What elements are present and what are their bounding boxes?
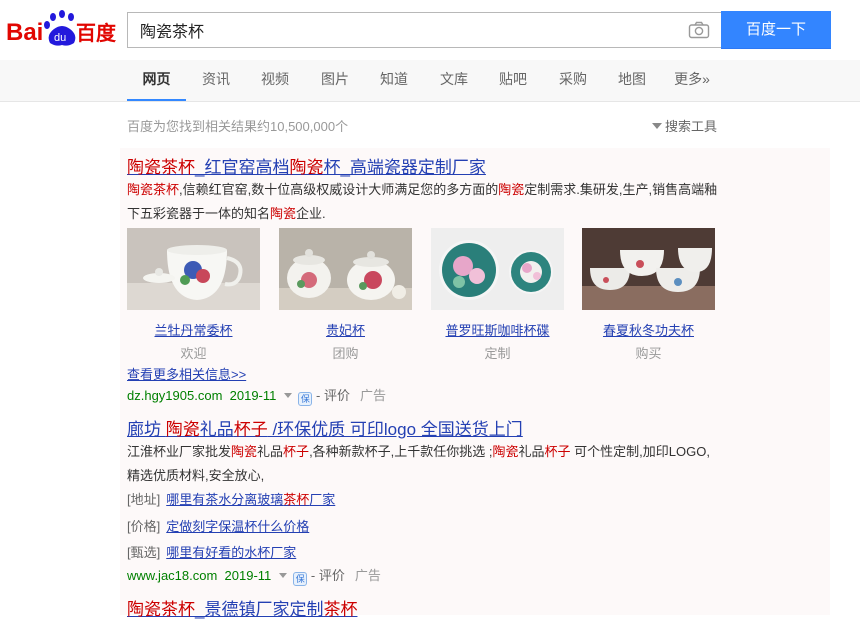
search-tools-label: 搜索工具 xyxy=(665,119,718,134)
thumb-sub-2: 团购 xyxy=(332,346,359,361)
thumb-image-2[interactable] xyxy=(279,228,412,310)
bao-badge-icon[interactable]: 保 xyxy=(293,572,308,586)
sub-tag: [地址] xyxy=(127,492,161,507)
result-count: 百度为您找到相关结果约10,500,000个 xyxy=(127,119,349,134)
thumb-sub-3: 定制 xyxy=(484,346,511,361)
sub-link[interactable]: 哪里有好看的水杯厂家 xyxy=(166,545,296,560)
result-1-description: 陶瓷茶杯,信赖红官窑,数十位高级权威设计大师满足您的多方面的陶瓷定制需求.集研发… xyxy=(127,182,718,221)
sub-link[interactable]: 定做刻字保温杯什么价格 xyxy=(166,519,309,534)
tab-5[interactable]: 文库 xyxy=(438,60,470,101)
ad-label: 广告 xyxy=(354,568,381,583)
search-tools-button[interactable]: 搜索工具 xyxy=(652,116,717,135)
svg-text:百度: 百度 xyxy=(76,21,117,45)
thumb-caption-4[interactable]: 春夏秋冬功夫杯 xyxy=(582,320,715,339)
thumb-caption-3[interactable]: 普罗旺斯咖啡杯碟 xyxy=(431,320,564,339)
sub-link[interactable]: 哪里有茶水分离玻璃茶杯厂家 xyxy=(166,492,335,507)
result-3-title[interactable]: 陶瓷茶杯_景德镇厂家定制茶杯 xyxy=(127,595,357,620)
sub-link-price: [价格] 定做刻字保温杯什么价格 xyxy=(127,516,309,535)
thumb-sub-1: 欢迎 xyxy=(180,346,207,361)
dropdown-arrow-icon[interactable] xyxy=(284,393,293,398)
evaluate-link[interactable]: - 评价 xyxy=(311,568,345,583)
tab-6[interactable]: 贴吧 xyxy=(497,60,529,101)
tab-3[interactable]: 图片 xyxy=(319,60,351,101)
header: Bai du 百度 百度一下 xyxy=(0,0,860,60)
thumb-sub-4: 购买 xyxy=(635,346,662,361)
thumb-image-1[interactable] xyxy=(127,228,260,310)
more-info-link[interactable]: 查看更多相关信息>> xyxy=(127,364,246,383)
search-input[interactable] xyxy=(128,13,678,47)
result-url[interactable]: www.jac18.com xyxy=(127,568,217,583)
result-2-url-line: www.jac18.com 2019-11 保 - 评价 广告 xyxy=(127,565,381,586)
svg-text:du: du xyxy=(54,32,66,44)
baidu-logo[interactable]: Bai du 百度 xyxy=(6,9,118,49)
search-button[interactable]: 百度一下 xyxy=(721,11,831,49)
filter-icon xyxy=(652,123,662,129)
thumb-caption-1[interactable]: 兰牡丹常委杯 xyxy=(127,320,260,339)
thumb-image-3[interactable] xyxy=(431,228,564,310)
search-tabs: 网页 资讯 视频 图片 知道 文库 贴吧 采购 地图 更多» xyxy=(0,60,860,102)
result-1-url-line: dz.hgy1905.com 2019-11 保 - 评价 广告 xyxy=(127,385,386,406)
tab-1[interactable]: 资讯 xyxy=(200,60,232,101)
tab-0[interactable]: 网页 xyxy=(127,60,186,101)
tab-9[interactable]: 更多» xyxy=(670,60,714,101)
dropdown-arrow-icon[interactable] xyxy=(279,573,288,578)
thumb-image-4[interactable] xyxy=(582,228,715,310)
sub-tag: [甄选] xyxy=(127,545,161,560)
result-2-description: 江淮杯业厂家批发陶瓷礼品杯子,各种新款杯子,上千款任你挑选 ;陶瓷礼品杯子 可个… xyxy=(127,444,710,483)
result-1-title[interactable]: 陶瓷茶杯_红官窑高档陶瓷杯_高端瓷器定制厂家 xyxy=(127,153,486,178)
sub-link-address: [地址] 哪里有茶水分离玻璃茶杯厂家 xyxy=(127,489,335,508)
result-date: 2019-11 xyxy=(229,388,277,403)
evaluate-link[interactable]: - 评价 xyxy=(316,388,350,403)
ad-label: 广告 xyxy=(359,388,386,403)
tab-4[interactable]: 知道 xyxy=(378,60,410,101)
result-date: 2019-11 xyxy=(224,568,272,583)
search-box xyxy=(127,12,722,48)
svg-text:Bai: Bai xyxy=(6,19,43,46)
sub-tag: [价格] xyxy=(127,519,161,534)
thumb-caption-2[interactable]: 贵妃杯 xyxy=(279,320,412,339)
result-2-title[interactable]: 廊坊 陶瓷礼品杯子 /环保优质 可印logo 全国送货上门 xyxy=(127,415,523,440)
camera-icon[interactable] xyxy=(688,21,710,39)
tab-2[interactable]: 视频 xyxy=(259,60,291,101)
tab-7[interactable]: 采购 xyxy=(557,60,589,101)
bao-badge-icon[interactable]: 保 xyxy=(298,392,313,406)
tab-8[interactable]: 地图 xyxy=(616,60,648,101)
sub-link-selection: [甄选] 哪里有好看的水杯厂家 xyxy=(127,542,296,561)
result-url[interactable]: dz.hgy1905.com xyxy=(127,388,222,403)
